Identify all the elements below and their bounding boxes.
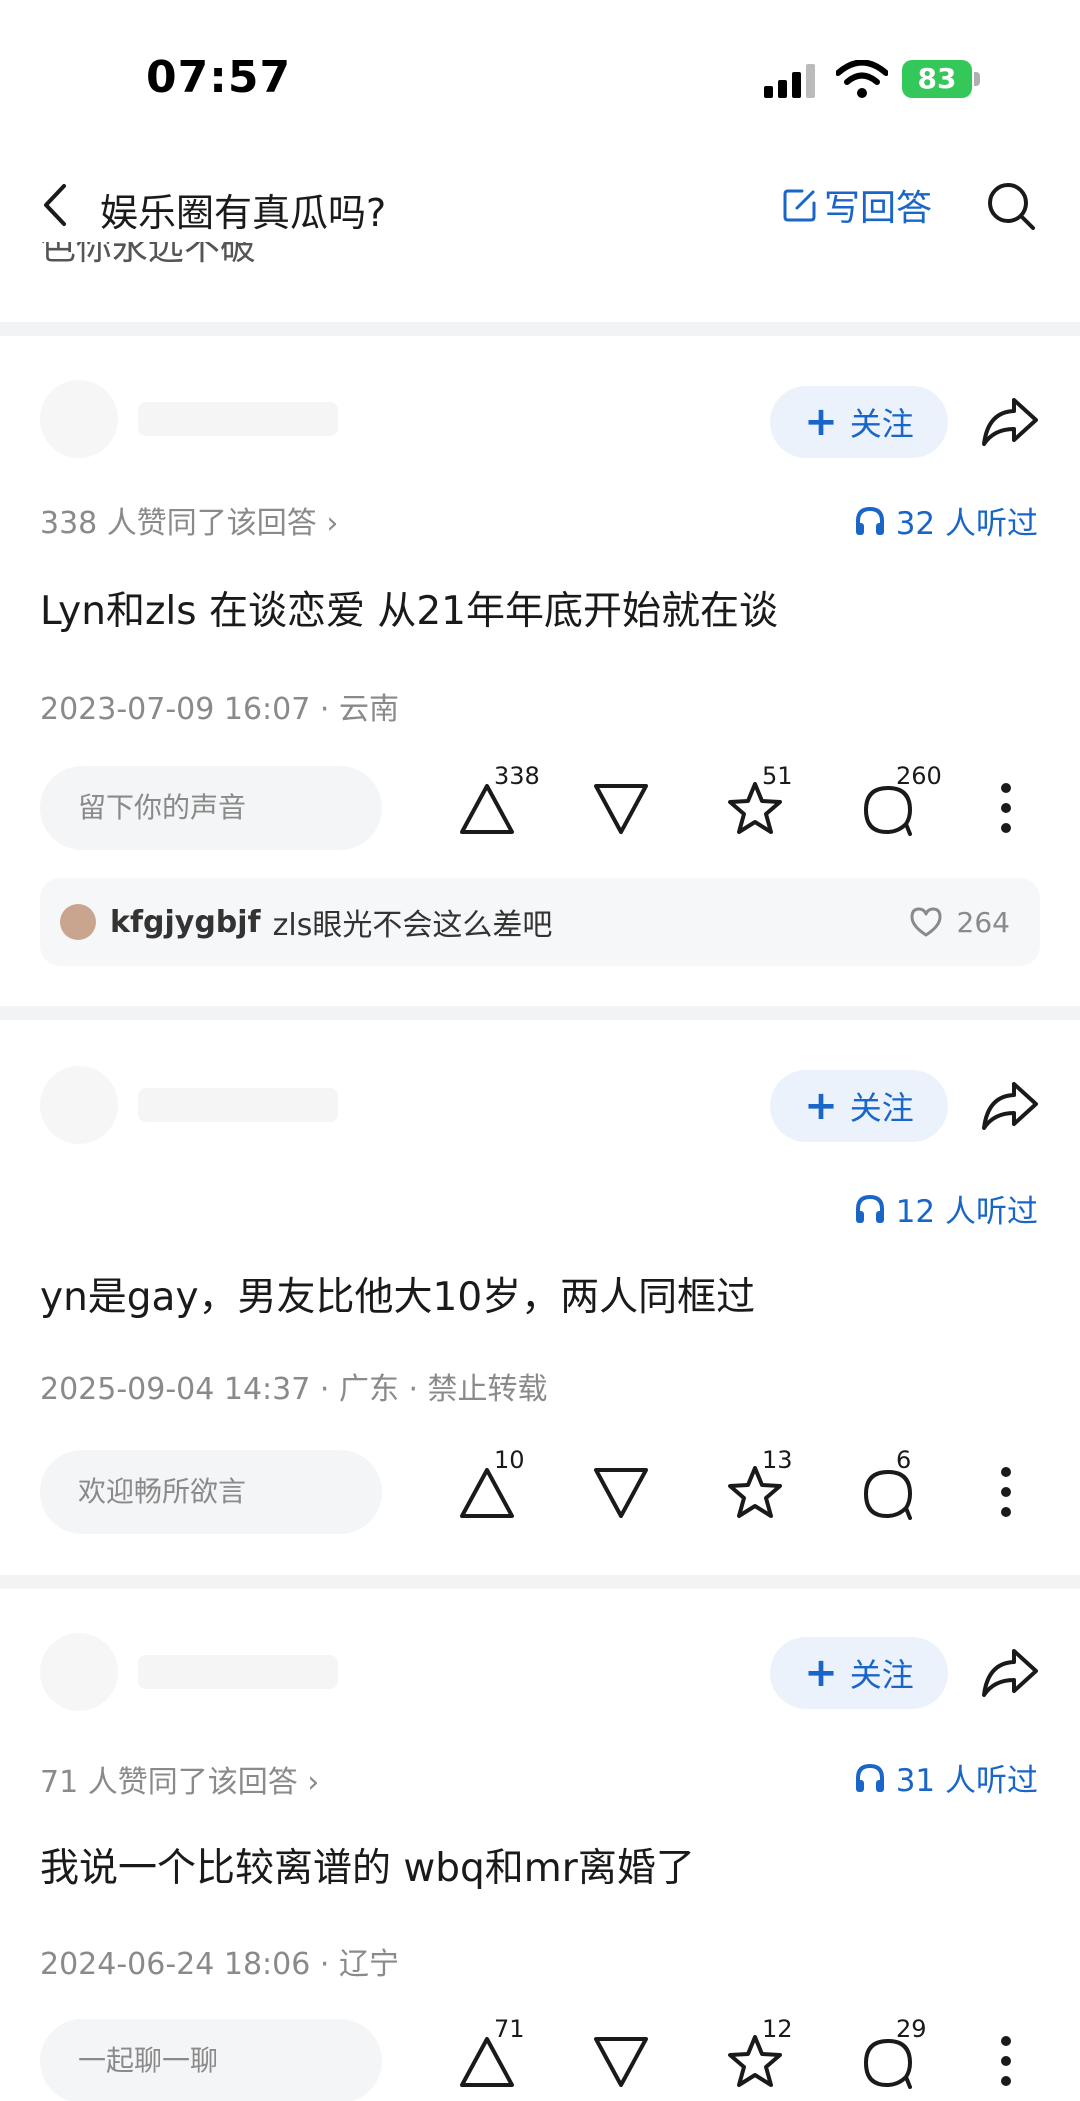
follow-button[interactable]: + 关注 — [770, 386, 948, 458]
favorite-count: 12 — [762, 2015, 793, 2043]
write-answer-label: 写回答 — [824, 188, 933, 229]
commenter-avatar — [60, 904, 96, 940]
answer-card: + 关注 338 人赞同了该回答 › 32 人听过 Lyn和zls 在谈恋爱 从2… — [0, 336, 1080, 1006]
comment-like[interactable]: 264 — [909, 906, 1010, 939]
comment-count: 29 — [896, 2015, 927, 2043]
more-icon[interactable] — [996, 780, 1016, 836]
more-icon[interactable] — [996, 2033, 1016, 2089]
share-icon[interactable] — [980, 1645, 1040, 1701]
favorite-count: 13 — [762, 1446, 793, 1474]
page-title: 娱乐圈有真瓜吗? — [100, 191, 387, 235]
comment-input[interactable]: 留下你的声音 — [40, 766, 382, 850]
action-row: 留下你的声音 338 51 260 — [0, 762, 1080, 850]
downvote-icon — [594, 1468, 648, 1518]
comment-input[interactable]: 欢迎畅所欲言 — [40, 1450, 382, 1534]
back-icon[interactable] — [36, 180, 76, 230]
headphones-icon — [855, 1763, 884, 1792]
answer-meta: 2023-07-09 16:07 · 云南 — [40, 692, 399, 727]
share-icon[interactable] — [980, 1078, 1040, 1134]
commenter-name: kfgjygbjf — [110, 904, 261, 940]
follow-button[interactable]: + 关注 — [770, 1637, 948, 1709]
more-icon[interactable] — [996, 1464, 1016, 1520]
downvote-button[interactable] — [590, 776, 670, 840]
comment-like-count: 264 — [956, 905, 1010, 939]
battery-level: 83 — [902, 60, 972, 98]
status-time: 07:57 — [146, 52, 292, 103]
action-row: 一起聊一聊 71 12 29 — [0, 2015, 1080, 2101]
upvote-button[interactable]: 71 — [456, 2015, 536, 2093]
avatar[interactable] — [40, 380, 118, 458]
follow-button[interactable]: + 关注 — [770, 1070, 948, 1142]
answer-meta: 2025-09-04 14:37 · 广东 · 禁止转载 — [40, 1372, 548, 1407]
status-bar: 07:57 83 — [0, 0, 1080, 150]
favorite-count: 51 — [762, 762, 793, 790]
listen-count[interactable]: 32 人听过 — [854, 498, 1038, 543]
author-info[interactable] — [40, 1066, 480, 1144]
downvote-icon — [594, 2037, 648, 2087]
author-name[interactable] — [138, 1088, 338, 1122]
truncated-previous-answer: 色你永远不破 — [40, 242, 257, 268]
divider — [0, 322, 1080, 336]
downvote-button[interactable] — [590, 1460, 670, 1524]
favorite-button[interactable]: 12 — [724, 2015, 804, 2093]
divider — [0, 1006, 1080, 1020]
headphones-icon — [855, 506, 884, 535]
author-info[interactable] — [40, 380, 480, 458]
listen-count[interactable]: 31 人听过 — [854, 1755, 1038, 1800]
write-answer-button[interactable]: 写回答 — [782, 180, 932, 230]
downvote-icon — [594, 784, 648, 834]
comment-button[interactable]: 6 — [858, 1446, 938, 1524]
answer-content[interactable]: 我说一个比较离谱的 wbq和mr离婚了 — [40, 1837, 695, 1893]
comment-count: 260 — [896, 762, 942, 790]
comment-text: zls眼光不会这么差吧 — [272, 908, 553, 943]
divider — [0, 1575, 1080, 1589]
upvote-count: 71 — [494, 2015, 525, 2043]
avatar[interactable] — [40, 1633, 118, 1711]
edit-icon — [783, 189, 816, 222]
answer-content[interactable]: Lyn和zls 在谈恋爱 从21年年底开始就在谈 — [40, 580, 778, 636]
downvote-button[interactable] — [590, 2029, 670, 2093]
listen-count[interactable]: 12 人听过 — [854, 1186, 1038, 1231]
comment-input[interactable]: 一起聊一聊 — [40, 2019, 382, 2101]
upvote-count: 10 — [494, 1446, 525, 1474]
comment-button[interactable]: 260 — [858, 762, 942, 840]
share-icon[interactable] — [980, 394, 1040, 450]
answer-card: + 关注 71 人赞同了该回答 › 31 人听过 我说一个比较离谱的 wbq和mr… — [0, 1589, 1080, 2101]
search-icon[interactable] — [985, 180, 1037, 232]
top-comment[interactable]: kfgjygbjf zls眼光不会这么差吧 264 — [40, 878, 1040, 966]
answer-meta: 2024-06-24 18:06 · 辽宁 — [40, 1947, 399, 1982]
answer-card: + 关注 12 人听过 yn是gay，男友比他大10岁，两人同框过 2025-09… — [0, 1020, 1080, 1575]
wifi-icon — [836, 60, 888, 98]
author-name[interactable] — [138, 402, 338, 436]
signal-icon — [764, 64, 815, 98]
avatar[interactable] — [40, 1066, 118, 1144]
favorite-button[interactable]: 51 — [724, 762, 804, 840]
author-info[interactable] — [40, 1633, 480, 1711]
agree-count[interactable]: 71 人赞同了该回答 › — [40, 1757, 319, 1801]
comment-button[interactable]: 29 — [858, 2015, 938, 2093]
favorite-button[interactable]: 13 — [724, 1446, 804, 1524]
action-row: 欢迎畅所欲言 10 13 6 — [0, 1446, 1080, 1534]
comment-count: 6 — [896, 1446, 912, 1474]
battery-icon: 83 — [902, 60, 980, 98]
agree-count[interactable]: 338 人赞同了该回答 › — [40, 498, 338, 542]
upvote-button[interactable]: 10 — [456, 1446, 536, 1524]
upvote-count: 338 — [494, 762, 540, 790]
headphones-icon — [855, 1194, 884, 1223]
answer-content[interactable]: yn是gay，男友比他大10岁，两人同框过 — [40, 1266, 755, 1322]
heart-icon — [910, 907, 942, 937]
upvote-button[interactable]: 338 — [456, 762, 540, 840]
author-name[interactable] — [138, 1655, 338, 1689]
